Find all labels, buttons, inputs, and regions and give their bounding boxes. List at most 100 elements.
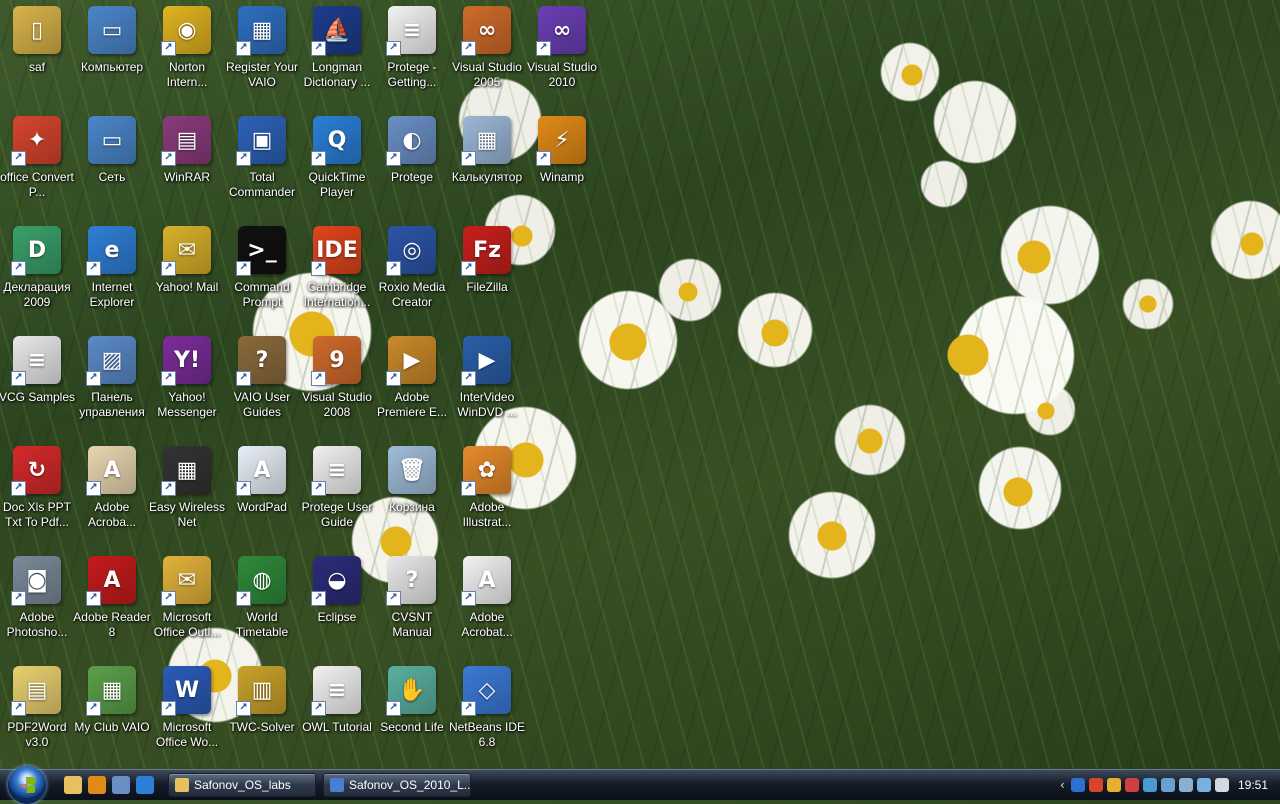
desktop-icon-сеть[interactable]: ▭ Сеть (75, 112, 149, 220)
taskbar-window-title: Safonov_OS_2010_L... (349, 778, 471, 792)
desktop-icon-label: Adobe Premiere E... (376, 390, 448, 419)
doc-xls-ppt-txt-to-pdf-icon: ↻ ↗ (11, 446, 61, 496)
desktop-icon-visual-studio-2005[interactable]: ∞ ↗ Visual Studio 2005 (450, 2, 524, 110)
desktop-icon-quicktime-player[interactable]: Q ↗ QuickTime Player (300, 112, 374, 220)
network-tray-icon[interactable] (1196, 778, 1211, 792)
desktop-icon-vaio-user-guides[interactable]: ? ↗ VAIO User Guides (225, 332, 299, 440)
desktop-icon-easy-wireless-net[interactable]: ▦ ↗ Easy Wireless Net (149, 442, 225, 550)
desktop-icon-корзина[interactable]: 🗑 Корзина (375, 442, 449, 550)
desktop-icon-label: Adobe Acrobat... (461, 610, 513, 639)
taskbar-window-button[interactable]: Safonov_OS_labs (168, 773, 316, 797)
shortcut-arrow-icon: ↗ (311, 591, 326, 606)
компьютер-glyph-icon: ▭ (101, 17, 123, 43)
desktop-icon-adobe-photosho[interactable]: ◙ ↗ Adobe Photosho... (0, 552, 74, 660)
desktop-icon-roxio-media-creator[interactable]: ◎ ↗ Roxio Media Creator (375, 222, 449, 330)
filezilla-icon: Fz ↗ (461, 226, 511, 276)
desktop-icon-label: office Convert P... (0, 170, 74, 199)
taskbar-window-button[interactable]: Safonov_OS_2010_L... (323, 773, 471, 797)
eclipse-icon: ◒ ↗ (311, 556, 361, 606)
desktop-icon-декларация-2009[interactable]: D ↗ Декларация 2009 (0, 222, 74, 330)
desktop-icon-register-your-vaio[interactable]: ▦ ↗ Register Your VAIO (225, 2, 299, 110)
desktop-icon-vcg-samples[interactable]: ≡ ↗ VCG Samples (0, 332, 75, 440)
desktop-icon-microsoft-office-wo[interactable]: W ↗ Microsoft Office Wo... (150, 662, 224, 770)
desktop-icon-doc-xls-ppt-txt-to-pdf[interactable]: ↻ ↗ Doc Xls PPT Txt To Pdf... (0, 442, 74, 550)
desktop-icon-twc-solver[interactable]: ▥ ↗ TWC-Solver (225, 662, 299, 770)
second-life-icon: ✋ ↗ (386, 666, 436, 716)
antivirus-tray-icon[interactable] (1088, 778, 1103, 792)
desktop-icon-панель-управления[interactable]: ▨ ↗ Панель управления (75, 332, 149, 440)
show-hidden-icons-chevron[interactable]: ‹ (1060, 778, 1065, 792)
switch-windows-icon[interactable] (112, 776, 130, 794)
desktop-icon-winamp[interactable]: ⚡ ↗ Winamp (525, 112, 599, 220)
shortcut-arrow-icon: ↗ (311, 481, 326, 496)
desktop-icon-owl-tutorial[interactable]: ≡ ↗ OWL Tutorial (300, 662, 374, 770)
adobe-photosho-icon: ◙ ↗ (11, 556, 61, 606)
desktop-icon-norton-intern[interactable]: ◉ ↗ Norton Intern... (150, 2, 224, 110)
корзина-glyph-icon: 🗑 (398, 457, 426, 483)
desktop-icon-cambridge-internation[interactable]: IDE ↗ Cambridge Internation... (300, 222, 374, 330)
shortcut-arrow-icon: ↗ (11, 591, 26, 606)
desktop-icon-adobe-illustrat[interactable]: ✿ ↗ Adobe Illustrat... (450, 442, 524, 550)
winamp-ql-icon[interactable] (88, 776, 106, 794)
start-button[interactable] (8, 766, 46, 804)
desktop-icon-калькулятор[interactable]: ▦ ↗ Калькулятор (450, 112, 524, 220)
desktop-icon-label: Eclipse (317, 610, 357, 624)
intervideo-windvd-icon: ▶ ↗ (461, 336, 511, 386)
desktop-icon-label: WordPad (237, 500, 287, 514)
netbeans-ide-6-8-icon: ◇ ↗ (461, 666, 511, 716)
shortcut-arrow-icon: ↗ (236, 591, 251, 606)
clock[interactable]: 19:51 (1238, 778, 1268, 792)
desktop-icon-command-prompt[interactable]: >_ ↗ Command Prompt (225, 222, 299, 330)
desktop-icon-longman-dictionary[interactable]: ⛵ ↗ Longman Dictionary ... (300, 2, 374, 110)
desktop-icon-protege-user-guide[interactable]: ≡ ↗ Protege User Guide (300, 442, 374, 550)
desktop-icon-eclipse[interactable]: ◒ ↗ Eclipse (300, 552, 374, 660)
desktop-icon-adobe-premiere-e[interactable]: ▶ ↗ Adobe Premiere E... (375, 332, 449, 440)
desktop-icon-saf[interactable]: ▯ saf (0, 2, 74, 110)
desktop-icon-protege[interactable]: ◐ ↗ Protege (375, 112, 449, 220)
desktop-icon-winrar[interactable]: ▤ ↗ WinRAR (150, 112, 224, 220)
desktop-icon-intervideo-windvd[interactable]: ▶ ↗ InterVideo WinDVD ... (450, 332, 524, 440)
desktop-icon-netbeans-ide-6-8[interactable]: ◇ ↗ NetBeans IDE 6.8 (449, 662, 525, 770)
shortcut-arrow-icon: ↗ (311, 261, 326, 276)
volume-tray-icon[interactable] (1214, 778, 1229, 792)
desktop-icon-label: Winamp (539, 170, 584, 184)
desktop-icon-my-club-vaio[interactable]: ▦ ↗ My Club VAIO (74, 662, 150, 770)
shortcut-arrow-icon: ↗ (461, 151, 476, 166)
desktop-icon-wordpad[interactable]: A ↗ WordPad (225, 442, 299, 550)
shortcut-arrow-icon: ↗ (161, 371, 176, 386)
desktop-icon-adobe-acroba[interactable]: A ↗ Adobe Acroba... (75, 442, 149, 550)
show-desktop-icon[interactable] (64, 776, 82, 794)
desktop-icon-yahoo-messenger[interactable]: Y! ↗ Yahoo! Messenger (150, 332, 224, 440)
desktop-icon-adobe-acrobat[interactable]: A ↗ Adobe Acrobat... (450, 552, 524, 660)
desktop-icon-label: Visual Studio 2008 (302, 390, 372, 419)
desktop-icon-cvsnt-manual[interactable]: ? ↗ CVSNT Manual (375, 552, 449, 660)
messenger-tray-icon[interactable] (1106, 778, 1121, 792)
desktop-icon-pdf2word-v3-0[interactable]: ▤ ↗ PDF2Word v3.0 (0, 662, 74, 770)
network-monitor-tray-icon[interactable] (1142, 778, 1157, 792)
adobe-premiere-e-icon: ▶ ↗ (386, 336, 436, 386)
desktop-icon-second-life[interactable]: ✋ ↗ Second Life (375, 662, 449, 770)
desktop-icon-label: Norton Intern... (166, 60, 208, 89)
shortcut-arrow-icon: ↗ (11, 371, 26, 386)
bluetooth-tray-icon[interactable] (1070, 778, 1085, 792)
removable-media-tray-icon[interactable] (1178, 778, 1193, 792)
internet-explorer-ql-icon[interactable] (136, 776, 154, 794)
desktop-icon-label: InterVideo WinDVD ... (457, 390, 517, 419)
desktop-icon-microsoft-office-outl[interactable]: ✉ ↗ Microsoft Office Outl... (150, 552, 224, 660)
desktop-icon-world-timetable[interactable]: ◍ ↗ World Timetable (225, 552, 299, 660)
desktop-icon-internet-explorer[interactable]: e ↗ Internet Explorer (75, 222, 149, 330)
desktop-icon-visual-studio-2010[interactable]: ∞ ↗ Visual Studio 2010 (525, 2, 599, 110)
display-tray-icon[interactable] (1124, 778, 1139, 792)
longman-dictionary-icon: ⛵ ↗ (311, 6, 361, 56)
shortcut-arrow-icon: ↗ (311, 701, 326, 716)
desktop-icon-visual-studio-2008[interactable]: 9 ↗ Visual Studio 2008 (300, 332, 374, 440)
desktop-icon-adobe-reader-8[interactable]: A ↗ Adobe Reader 8 (73, 552, 151, 660)
desktop-icon-protege-getting[interactable]: ≡ ↗ Protege - Getting... (375, 2, 449, 110)
desktop-icon-total-commander[interactable]: ▣ ↗ Total Commander (225, 112, 299, 220)
desktop-icon-компьютер[interactable]: ▭ Компьютер (75, 2, 149, 110)
desktop-icon-office-convert-p[interactable]: ✦ ↗ office Convert P... (0, 112, 74, 220)
desktop-icon-yahoo-mail[interactable]: ✉ ↗ Yahoo! Mail (150, 222, 224, 330)
device-tray-icon[interactable] (1160, 778, 1175, 792)
vaio-user-guides-icon: ? ↗ (236, 336, 286, 386)
desktop-icon-filezilla[interactable]: Fz ↗ FileZilla (450, 222, 524, 330)
